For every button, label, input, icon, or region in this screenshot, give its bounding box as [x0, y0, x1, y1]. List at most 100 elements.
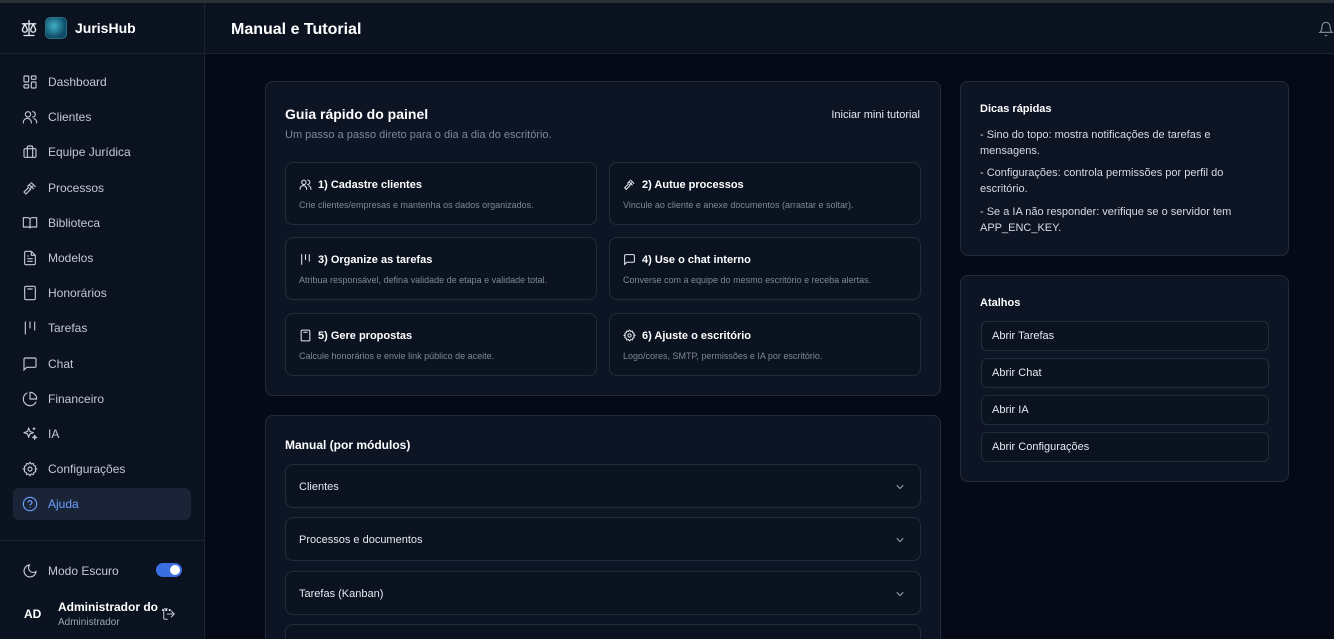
sidebar-item-label: Configurações: [48, 462, 126, 477]
chevron-down-icon: [896, 485, 904, 490]
pie-chart-icon: [22, 391, 38, 406]
sidebar-item-label: Equipe Jurídica: [48, 145, 131, 160]
avatar: AD: [24, 607, 42, 621]
tip-item: - Configurações: controla permissões por…: [980, 167, 1224, 195]
sidebar-item-financeiro[interactable]: Financeiro: [13, 383, 191, 415]
step-title: 4) Use o chat interno: [642, 253, 751, 266]
accordion-processos-documentos[interactable]: Processos e documentos: [285, 517, 921, 561]
step-description: Logo/cores, SMTP, permissões e IA por es…: [623, 351, 823, 361]
step-title: 2) Autue processos: [642, 178, 744, 191]
guide-step[interactable]: 2) Autue processos Vincule ao cliente e …: [609, 162, 921, 225]
open-configuracoes-button[interactable]: Abrir Configurações: [981, 432, 1269, 462]
open-tarefas-button[interactable]: Abrir Tarefas: [981, 321, 1269, 351]
step-title: 6) Ajuste o escritório: [642, 329, 752, 342]
step-description: Atribua responsável, defina validade de …: [299, 275, 548, 285]
guide-step[interactable]: 1) Cadastre clientes Crie clientes/empre…: [285, 162, 597, 225]
step-description: Vincule ao cliente e anexe documentos (a…: [623, 200, 854, 210]
dark-mode-label: Modo Escuro: [48, 564, 119, 578]
start-mini-tutorial-button[interactable]: Iniciar mini tutorial: [831, 109, 920, 121]
file-icon: [24, 250, 36, 266]
user-role: Administrador: [58, 617, 120, 628]
sidebar-item-tarefas[interactable]: Tarefas: [13, 312, 191, 344]
accordion-tarefas-kanban[interactable]: Tarefas (Kanban): [285, 571, 921, 615]
sidebar-item-label: Tarefas: [48, 321, 88, 336]
sidebar-item-label: Processos: [48, 180, 105, 195]
step-title: 3) Organize as tarefas: [318, 253, 433, 266]
quick-guide-card: Guia rápido do painel Um passo a passo d…: [265, 81, 941, 396]
sidebar-item-label: Clientes: [48, 110, 92, 125]
sidebar-item-label: Financeiro: [48, 391, 105, 406]
accordion-label: Clientes: [299, 481, 339, 493]
accordion-next[interactable]: [285, 624, 921, 639]
user-name: Administrador do ...: [58, 600, 172, 614]
guide-step[interactable]: 4) Use o chat interno Converse com a equ…: [609, 237, 921, 300]
shortcuts-card: Atalhos Abrir Tarefas Abrir Chat Abrir I…: [960, 275, 1289, 482]
tip-item: - Sino do topo: mostra notificações de t…: [980, 129, 1211, 157]
step-title: 5) Gere propostas: [318, 329, 413, 342]
calculator-icon: [300, 329, 311, 342]
book-icon: [22, 216, 38, 229]
dark-mode-toggle[interactable]: [156, 563, 182, 577]
calculator-icon: [24, 285, 36, 301]
sidebar-item-modelos[interactable]: Modelos: [13, 242, 191, 274]
manual-card: Manual (por módulos) Clientes Processos …: [265, 415, 941, 639]
users-icon: [22, 111, 38, 124]
sidebar-item-ajuda[interactable]: Ajuda: [13, 488, 191, 521]
sidebar-item-label: Modelos: [48, 250, 94, 265]
sidebar-item-label: Honorários: [48, 286, 107, 301]
sidebar-item-dashboard[interactable]: Dashboard: [13, 66, 191, 98]
sidebar-item-label: Chat: [48, 356, 74, 371]
sidebar-item-label: Ajuda: [48, 497, 79, 512]
sidebar-item-chat[interactable]: Chat: [13, 348, 191, 380]
tip-item: - Se a IA não responder: verifique se o …: [980, 206, 1232, 234]
dark-mode-row: Modo Escuro: [22, 562, 182, 580]
moon-icon: [23, 564, 37, 578]
bell-icon[interactable]: [1318, 21, 1334, 37]
step-description: Crie clientes/empresas e mantenha os dad…: [299, 200, 534, 210]
app-name: JurisHub: [75, 20, 136, 36]
sidebar-item-label: Dashboard: [48, 75, 107, 89]
kanban-icon: [301, 254, 310, 265]
gear-icon: [623, 329, 636, 342]
logout-icon[interactable]: [162, 607, 176, 621]
gear-icon: [22, 461, 38, 477]
sidebar-item-clientes[interactable]: Clientes: [13, 101, 191, 133]
guide-subtitle: Um passo a passo direto para o dia a dia…: [285, 129, 552, 141]
step-title: 1) Cadastre clientes: [318, 178, 422, 191]
chat-icon: [23, 356, 37, 371]
tips-title: Dicas rápidas: [980, 103, 1052, 115]
sidebar-item-ia[interactable]: IA: [13, 418, 191, 450]
sparkles-icon: [23, 427, 38, 440]
app-logo: [45, 17, 67, 39]
open-ia-button[interactable]: Abrir IA: [981, 395, 1269, 425]
top-header: Manual e Tutorial: [205, 3, 1334, 54]
guide-step[interactable]: 6) Ajuste o escritório Logo/cores, SMTP,…: [609, 313, 921, 376]
shortcuts-title: Atalhos: [980, 297, 1021, 309]
sidebar-item-configuracoes[interactable]: Configurações: [13, 453, 191, 485]
scale-icon: [21, 19, 37, 37]
gavel-icon: [623, 179, 635, 191]
help-icon: [22, 497, 38, 512]
sidebar-divider: [0, 540, 204, 541]
guide-step[interactable]: 3) Organize as tarefas Atribua responsáv…: [285, 237, 597, 300]
sidebar-item-honorarios[interactable]: Honorários: [13, 277, 191, 309]
guide-step[interactable]: 5) Gere propostas Calcule honorários e e…: [285, 313, 597, 376]
open-chat-button[interactable]: Abrir Chat: [981, 358, 1269, 388]
chevron-down-icon: [896, 592, 904, 597]
quick-tips-card: Dicas rápidas - Sino do topo: mostra not…: [960, 81, 1289, 256]
brand[interactable]: JurisHub: [0, 3, 204, 54]
sidebar-item-biblioteca[interactable]: Biblioteca: [13, 207, 191, 239]
sidebar-item-label: IA: [48, 426, 60, 441]
user-profile[interactable]: AD Administrador do ... Administrador: [24, 599, 184, 629]
guide-title: Guia rápido do painel: [285, 106, 429, 122]
kanban-icon: [24, 321, 36, 335]
sidebar-item-equipe-juridica[interactable]: Equipe Jurídica: [13, 136, 191, 168]
step-description: Calcule honorários e envie link público …: [299, 351, 495, 361]
step-description: Converse com a equipe do mesmo escritóri…: [623, 275, 872, 285]
sidebar-item-processos[interactable]: Processos: [13, 172, 191, 204]
chevron-down-icon: [896, 538, 904, 543]
accordion-clientes[interactable]: Clientes: [285, 464, 921, 508]
page-title: Manual e Tutorial: [231, 21, 362, 38]
sidebar-nav: Dashboard Clientes Equipe Jurídica Proce…: [0, 54, 204, 521]
gavel-icon: [23, 181, 36, 195]
